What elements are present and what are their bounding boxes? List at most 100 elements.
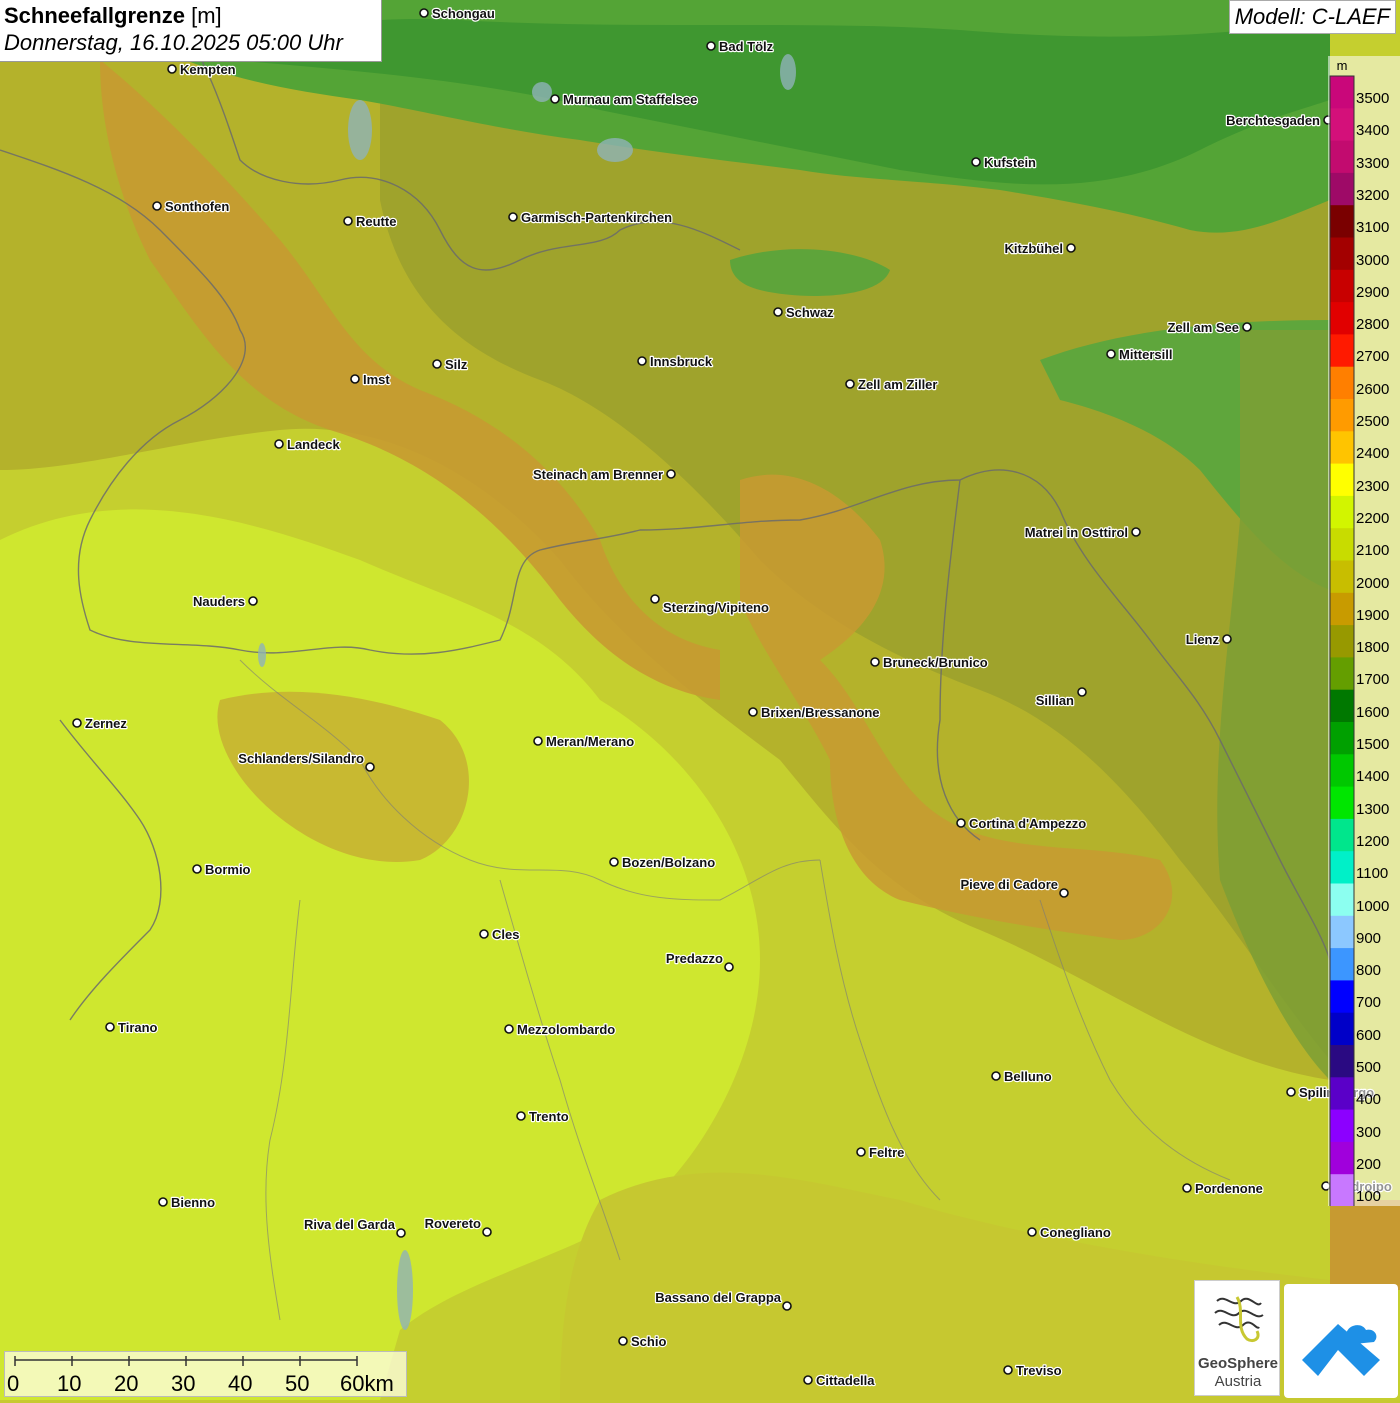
city-label: Zell am Ziller [858,377,937,392]
legend-label: 3300 [1356,154,1390,172]
city-dot [1059,888,1069,898]
city-dot [482,1227,492,1237]
legend-swatch [1330,366,1354,400]
city-label: Matrei in Osttirol [1025,525,1128,540]
legend-swatch [1330,205,1354,238]
city-dot [724,962,734,972]
city-marker[interactable]: Zell am Ziller [845,376,939,393]
legend-swatch [1330,528,1354,561]
geosphere-name-line1: GeoSphere [1197,1355,1279,1372]
city-label: Tirano [118,1020,158,1035]
legend-swatch [1330,818,1354,852]
city-marker[interactable]: Mezzolombardo [504,1021,616,1038]
legend-swatch [1330,495,1354,529]
city-dot [533,736,543,746]
city-dot [504,1024,514,1034]
legend-swatch [1330,1109,1354,1143]
legend-swatch [1330,722,1354,755]
legend-label: 2300 [1356,477,1390,495]
legend-swatch [1330,980,1354,1014]
city-label: Bassano del Grappa [655,1290,781,1305]
city-label: Bruneck/Brunico [883,655,988,670]
city-dot [343,216,353,226]
city-dot [432,359,442,369]
city-marker[interactable]: Berchtesgaden [1225,112,1333,129]
city-dot [508,212,518,222]
city-label: Schio [631,1334,666,1349]
legend-swatch [1330,1141,1354,1175]
city-marker[interactable]: Cortina d'Ampezzo [956,815,1087,832]
legend-swatch [1330,883,1354,917]
map-title: Schneefallgrenze [m] [4,3,377,29]
city-marker[interactable]: Zell am See [1166,319,1252,336]
city-marker[interactable]: Meran/Merano [533,733,635,750]
scale-tick-label: 20 [114,1371,139,1396]
legend-swatch [1330,915,1354,949]
city-label: Sonthofen [165,199,229,214]
city-dot [248,596,258,606]
city-label: Murnau am Staffelsee [563,92,697,107]
city-dot [1003,1365,1013,1375]
legend-label: 1900 [1356,606,1390,624]
city-marker[interactable]: Pordenone [1182,1180,1264,1197]
city-marker[interactable]: Innsbruck [637,353,714,370]
city-label: Sillian [1036,693,1074,708]
city-dot [870,657,880,667]
legend-swatch [1330,140,1354,174]
city-dot [1066,243,1076,253]
city-marker[interactable]: Sonthofen [152,198,231,215]
geosphere-emblem-icon [1214,1296,1264,1343]
map-datetime: Donnerstag, 16.10.2025 05:00 Uhr [4,30,343,55]
city-label: Feltre [869,1145,904,1160]
city-dot [274,439,284,449]
city-marker[interactable]: Steinach am Brenner [532,466,676,483]
legend-swatch [1330,851,1354,884]
city-label: Schwaz [786,305,834,320]
city-marker[interactable]: Brixen/Bressanone [748,704,881,721]
legend-label: 1700 [1356,671,1390,689]
city-label: Nauders [193,594,245,609]
city-label: Belluno [1004,1069,1052,1084]
legend-label: 1200 [1356,832,1390,850]
legend-swatch [1330,625,1354,658]
city-label: Innsbruck [650,354,713,369]
city-label: Bad Tölz [719,39,774,54]
city-label: Pordenone [1195,1181,1263,1196]
legend-label: 2600 [1356,380,1390,398]
city-dot [782,1301,792,1311]
weather-app-logo[interactable] [1284,1284,1398,1398]
scale-tick-label: 50 [285,1371,310,1396]
legend-swatch [1330,592,1354,626]
legend-label: 700 [1356,994,1382,1012]
city-dot [350,374,360,384]
map-title-unit: [m] [191,3,222,28]
city-marker[interactable]: Murnau am Staffelsee [550,91,699,108]
geosphere-logo[interactable]: GeoSphere Austria [1194,1280,1280,1396]
city-marker[interactable]: Conegliano [1027,1224,1112,1241]
city-marker[interactable]: Bruneck/Brunico [870,654,989,671]
city-marker[interactable]: Bozen/Bolzano [609,854,716,871]
city-marker[interactable]: Garmisch-Partenkirchen [508,209,673,226]
legend-label: 3200 [1356,186,1390,204]
legend-swatch [1330,302,1354,335]
city-label: Brixen/Bressanone [761,705,880,720]
legend-swatch [1330,334,1354,368]
legend-swatch [1330,948,1354,981]
city-dot [396,1228,406,1238]
legend-label: 2100 [1356,542,1390,560]
city-marker[interactable]: Schongau [419,5,496,22]
city-label: Bienno [171,1195,215,1210]
city-dot [991,1071,1001,1081]
legend-swatch [1330,1045,1354,1078]
city-label: Schongau [432,6,495,21]
city-label: Reutte [356,214,396,229]
city-label: Riva del Garda [304,1217,396,1232]
legend-label: 800 [1356,962,1382,980]
legend-swatch [1330,172,1354,206]
title-box: Schneefallgrenze [m] Donnerstag, 16.10.2… [0,0,382,62]
scale-tick-label: 30 [171,1371,196,1396]
legend-label: 2800 [1356,316,1390,334]
city-dot [971,157,981,167]
city-marker[interactable]: Matrei in Osttirol [1024,524,1141,541]
snowline-map[interactable]: Schongau Bad Tölz Kempten Murnau am Staffel… [0,0,1400,1400]
